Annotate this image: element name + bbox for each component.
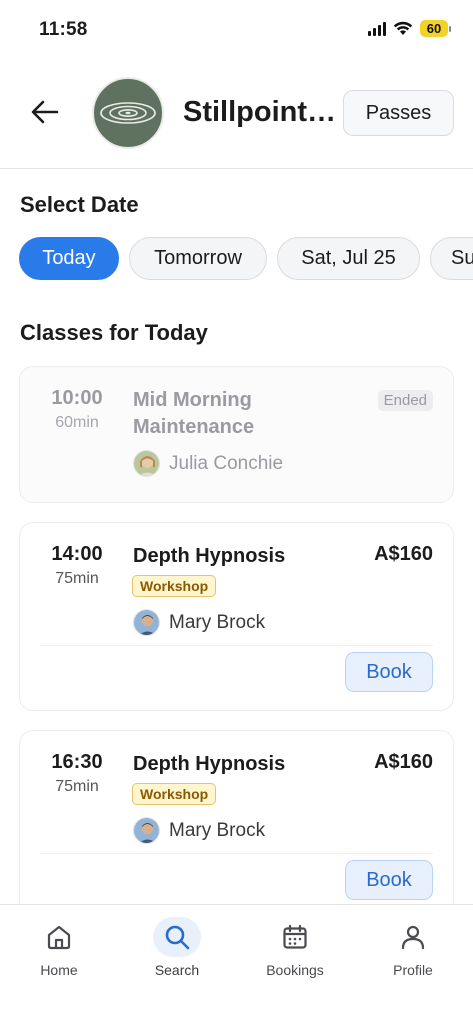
back-button[interactable] — [27, 94, 63, 130]
workshop-badge: Workshop — [132, 783, 217, 805]
tab-label: Profile — [393, 962, 433, 978]
book-button[interactable]: Book — [345, 652, 433, 692]
instructor-name: Mary Brock — [169, 819, 266, 841]
instructor-name: Mary Brock — [169, 611, 266, 633]
date-chips: Today Tomorrow Sat, Jul 25 Su — [19, 237, 473, 280]
date-chip-sunday[interactable]: Su — [430, 237, 473, 280]
tab-label: Bookings — [266, 962, 324, 978]
passes-button[interactable]: Passes — [343, 90, 454, 136]
book-button[interactable]: Book — [345, 860, 433, 900]
card-divider — [40, 853, 433, 854]
instructor-name: Julia Conchie — [169, 452, 284, 474]
battery-icon: 60 — [420, 20, 451, 37]
home-icon — [35, 917, 83, 957]
arrow-left-icon — [31, 100, 59, 124]
date-chip-sat-jul-25[interactable]: Sat, Jul 25 — [277, 237, 420, 280]
signal-icon — [368, 21, 386, 36]
class-time: 14:00 — [51, 543, 103, 565]
class-card: 14:00 75min Depth Hypnosis A$160 Worksho… — [19, 522, 454, 711]
class-name: Mid Morning Maintenance — [133, 389, 255, 438]
calendar-icon — [271, 917, 319, 957]
class-time: 16:30 — [51, 751, 103, 773]
header: Stillpoint… Passes — [0, 72, 473, 169]
select-date-title: Select Date — [20, 192, 139, 217]
wifi-icon — [393, 21, 413, 35]
status-icons: 60 — [368, 20, 451, 37]
instructor: Mary Brock — [133, 609, 265, 636]
status-time: 11:58 — [39, 19, 88, 40]
class-time: 10:00 — [51, 387, 103, 409]
class-duration: 75min — [55, 570, 99, 587]
studio-name: Stillpoint… — [183, 96, 333, 128]
tab-profile[interactable]: Profile — [363, 917, 463, 978]
ripple-logo-icon — [100, 102, 156, 124]
avatar — [133, 609, 160, 636]
search-icon — [153, 917, 201, 957]
tab-search[interactable]: Search — [127, 917, 227, 978]
tab-label: Search — [154, 962, 200, 978]
class-price: A$160 — [374, 751, 433, 773]
tab-bookings[interactable]: Bookings — [245, 917, 345, 978]
status-bar: 11:58 60 — [0, 0, 473, 60]
date-chip-tomorrow[interactable]: Tomorrow — [129, 237, 267, 280]
tab-label: Home — [40, 962, 78, 978]
battery-level: 60 — [420, 20, 448, 37]
class-card: 10:00 60min Mid Morning Maintenance Ende… — [19, 366, 454, 503]
studio-logo — [92, 77, 164, 149]
class-duration: 75min — [55, 778, 99, 795]
avatar — [133, 450, 160, 477]
instructor: Julia Conchie — [133, 450, 283, 477]
status-badge: Ended — [377, 390, 433, 411]
classes-title: Classes for Today — [20, 320, 208, 345]
avatar — [133, 817, 160, 844]
class-card: 16:30 75min Depth Hypnosis A$160 Worksho… — [19, 730, 454, 919]
tab-bar: Home Search Bookings Profile — [0, 904, 473, 1024]
workshop-badge: Workshop — [132, 575, 217, 597]
class-duration: 60min — [55, 414, 99, 431]
class-name: Depth Hypnosis — [133, 753, 286, 775]
instructor: Mary Brock — [133, 817, 265, 844]
date-chip-today[interactable]: Today — [19, 237, 119, 280]
card-divider — [40, 645, 433, 646]
tab-home[interactable]: Home — [9, 917, 109, 978]
user-icon — [389, 917, 437, 957]
class-price: A$160 — [374, 543, 433, 565]
class-name: Depth Hypnosis — [133, 545, 286, 567]
